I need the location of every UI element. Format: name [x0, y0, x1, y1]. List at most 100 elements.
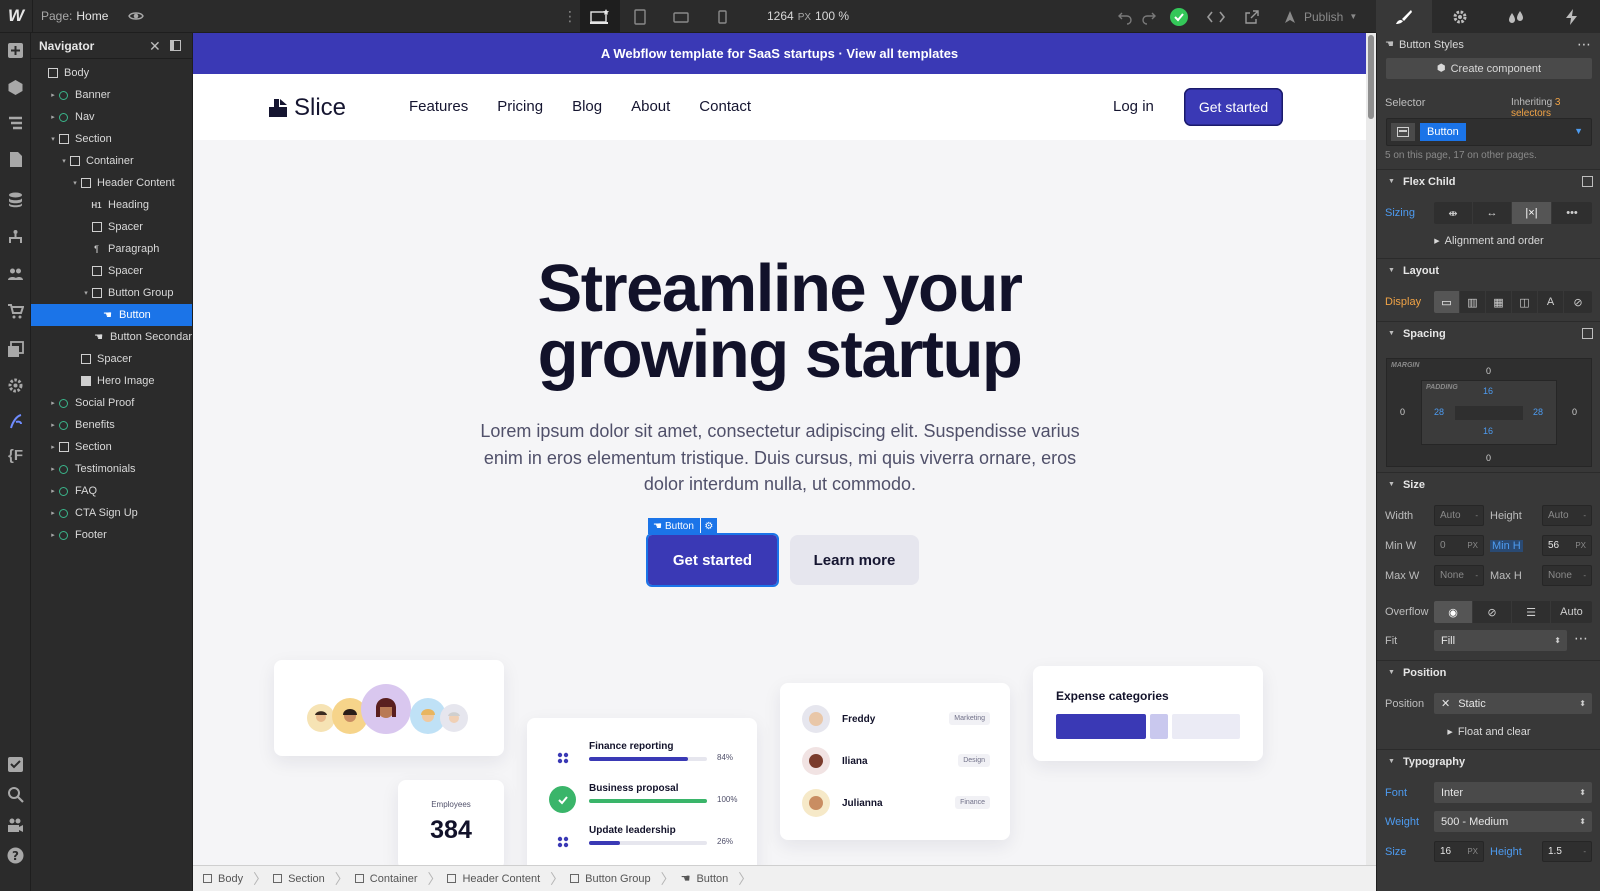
navigator-item[interactable]: ▸ Testimonials	[31, 458, 192, 480]
create-component-button[interactable]: ⬢ Create component	[1386, 58, 1592, 79]
min-width-input[interactable]: 0 PX	[1434, 535, 1484, 556]
desktop-breakpoint-button[interactable]	[580, 0, 620, 33]
canvas-scroll-thumb[interactable]	[1368, 35, 1374, 119]
selector-type-icon[interactable]	[1391, 123, 1415, 141]
padding-right-value[interactable]: 28	[1533, 407, 1543, 417]
assets-icon[interactable]	[6, 340, 25, 359]
caret-right-icon[interactable]: ▸	[48, 113, 58, 121]
pages-icon[interactable]	[6, 150, 25, 169]
display-inline-block-icon[interactable]: ◫	[1512, 291, 1538, 313]
tab-settings[interactable]	[1432, 0, 1488, 33]
hero-paragraph[interactable]: Lorem ipsum dolor sit amet, consectetur …	[470, 418, 1090, 498]
sizing-more-icon[interactable]: •••	[1552, 202, 1592, 224]
video-tutorials-icon[interactable]	[6, 816, 25, 835]
navigator-item[interactable]: Spacer	[31, 216, 192, 238]
position-select[interactable]: ✕ Static ⬍	[1434, 693, 1592, 714]
margin-right-value[interactable]: 0	[1572, 407, 1577, 417]
logic-icon[interactable]	[6, 228, 25, 247]
navigator-item[interactable]: ▾ Container	[31, 150, 192, 172]
add-element-icon[interactable]	[6, 41, 25, 60]
overflow-visible-eye-icon[interactable]: ◉	[1434, 601, 1473, 623]
navigator-item[interactable]: Hero Image	[31, 370, 192, 392]
caret-down-icon[interactable]: ▾	[59, 157, 69, 165]
overflow-hidden-icon[interactable]: ⊘	[1473, 601, 1512, 623]
caret-right-icon[interactable]: ▸	[48, 399, 58, 407]
padding-left-value[interactable]: 28	[1434, 407, 1444, 417]
spacing-expand-icon[interactable]	[1582, 328, 1593, 339]
overflow-scroll-icon[interactable]: ☰	[1512, 601, 1551, 623]
element-settings-gear-icon[interactable]: ⚙	[700, 518, 717, 534]
hero-heading[interactable]: Streamline your growing startup	[193, 255, 1366, 388]
margin-bottom-value[interactable]: 0	[1486, 453, 1491, 463]
caret-right-icon[interactable]: ▸	[48, 91, 58, 99]
max-height-input[interactable]: None -	[1542, 565, 1592, 586]
slice-logo[interactable]: Slice	[268, 94, 346, 122]
selected-element-tag[interactable]: ☚ Button ⚙	[648, 518, 717, 534]
breadcrumb-item[interactable]: Body 〉	[203, 869, 267, 889]
more-horizontal-icon[interactable]: ⋯	[1577, 36, 1591, 53]
ecommerce-cart-icon[interactable]	[6, 302, 25, 321]
navigator-item[interactable]: ▸ Benefits	[31, 414, 192, 436]
breadcrumb-item[interactable]: Header Content 〉	[447, 869, 564, 889]
nav-get-started-button[interactable]: Get started	[1184, 88, 1283, 126]
site-banner[interactable]: A Webflow template for SaaS startups · V…	[193, 33, 1366, 74]
navigator-icon[interactable]	[6, 114, 25, 133]
undo-icon[interactable]	[1117, 9, 1133, 25]
typography-section-header[interactable]: ▼ Typography	[1377, 749, 1600, 773]
fit-more-icon[interactable]: ⋯	[1574, 630, 1588, 647]
navigator-item[interactable]: ▸ FAQ	[31, 480, 192, 502]
fit-select[interactable]: Fill ⬍	[1434, 630, 1567, 651]
width-input[interactable]: Auto -	[1434, 505, 1484, 526]
display-flex-icon[interactable]: ▥	[1460, 291, 1486, 313]
navigator-item[interactable]: Spacer	[31, 260, 192, 282]
tab-style[interactable]	[1376, 0, 1432, 33]
line-height-input[interactable]: 1.5 -	[1542, 841, 1592, 862]
position-section-header[interactable]: ▼ Position	[1377, 660, 1600, 684]
caret-right-icon[interactable]: ▸	[48, 443, 58, 451]
site-nav-link[interactable]: Contact	[699, 98, 751, 115]
redo-icon[interactable]	[1141, 9, 1157, 25]
display-block-icon[interactable]: ▭	[1434, 291, 1460, 313]
navigator-item[interactable]: ▸ Social Proof	[31, 392, 192, 414]
caret-right-icon[interactable]: ▸	[48, 487, 58, 495]
login-link[interactable]: Log in	[1113, 98, 1154, 115]
caret-right-icon[interactable]: ▸	[48, 531, 58, 539]
mobile-portrait-breakpoint-button[interactable]	[702, 0, 742, 33]
export-button[interactable]	[1244, 0, 1260, 33]
alignment-order-button[interactable]: ▶ Alignment and order	[1386, 230, 1592, 251]
display-grid-icon[interactable]: ▦	[1486, 291, 1512, 313]
display-inline-icon[interactable]: A	[1538, 291, 1564, 313]
breadcrumb-item[interactable]: Section 〉	[273, 869, 349, 889]
hero-get-started-button[interactable]: Get started	[646, 533, 779, 587]
display-none-icon[interactable]: ⊘	[1564, 291, 1592, 313]
tablet-breakpoint-button[interactable]	[620, 0, 660, 33]
tasks-check-icon[interactable]	[6, 755, 25, 774]
float-clear-button[interactable]: ▶ Float and clear	[1386, 721, 1592, 742]
navigator-item[interactable]: ▸ Banner	[31, 84, 192, 106]
navigator-item[interactable]: ▸ CTA Sign Up	[31, 502, 192, 524]
sizing-shrink-icon[interactable]: ⇼	[1434, 202, 1473, 224]
navigator-item[interactable]: H1 Heading	[31, 194, 192, 216]
audit-pen-icon[interactable]	[6, 412, 25, 431]
cms-icon[interactable]	[6, 190, 25, 209]
users-icon[interactable]	[6, 265, 25, 284]
dock-panel-icon[interactable]	[170, 40, 181, 51]
flex-child-section-header[interactable]: ▼ Flex Child	[1377, 169, 1600, 193]
breadcrumb-item[interactable]: ☚ Button 〉	[681, 869, 753, 889]
more-vertical-icon[interactable]: ⋮	[563, 8, 577, 24]
components-icon[interactable]	[6, 78, 25, 97]
selector-chip[interactable]: Button	[1420, 123, 1466, 141]
navigator-item[interactable]: ▸ Nav	[31, 106, 192, 128]
padding-top-value[interactable]: 16	[1483, 386, 1493, 396]
layout-section-header[interactable]: ▼ Layout	[1377, 258, 1600, 282]
caret-right-icon[interactable]: ▸	[48, 465, 58, 473]
mobile-landscape-breakpoint-button[interactable]	[661, 0, 701, 33]
sizing-none-icon[interactable]: |×|	[1512, 202, 1552, 224]
selector-field[interactable]: Button ▼	[1386, 118, 1592, 146]
navigator-item[interactable]: ▾ Button Group	[31, 282, 192, 304]
sizing-grow-icon[interactable]: ↔	[1473, 202, 1512, 224]
settings-gear-icon[interactable]	[6, 376, 25, 395]
publish-button[interactable]: Publish ▼	[1282, 0, 1357, 33]
tab-style-manager[interactable]	[1488, 0, 1544, 33]
overflow-auto-option[interactable]: Auto	[1551, 601, 1592, 623]
